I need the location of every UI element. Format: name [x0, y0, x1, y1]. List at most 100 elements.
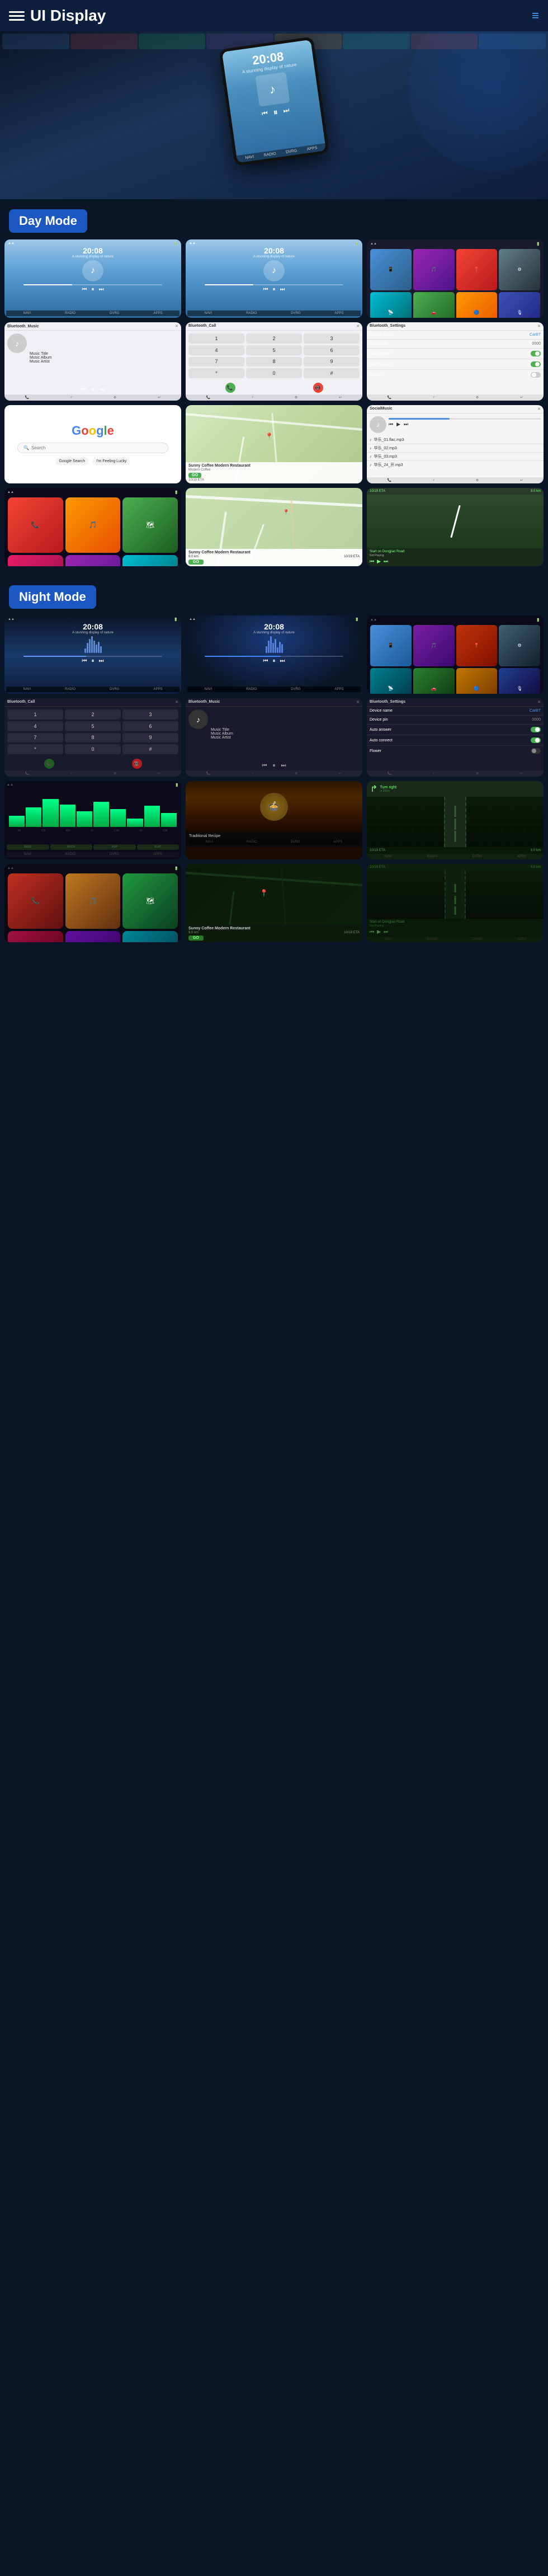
media-next[interactable]: ⏭	[384, 558, 388, 565]
num-4[interactable]: 4	[188, 345, 244, 355]
podcast-app[interactable]: 🎙	[8, 555, 63, 566]
social-prev[interactable]: ⏮	[389, 421, 393, 427]
night-prev-1[interactable]: ⏮	[82, 658, 87, 664]
app-icon-5[interactable]: 📡	[370, 292, 412, 318]
night2-spotify[interactable]: 🎧	[122, 931, 178, 942]
night-app-2[interactable]: 🎵	[413, 625, 455, 666]
prev-btn-1[interactable]: ⏮	[82, 286, 87, 293]
night-num-1[interactable]: 1	[7, 709, 63, 720]
night-app-1[interactable]: 📱	[370, 625, 412, 666]
app-icon-8[interactable]: 🎙	[499, 292, 540, 318]
pause-btn-1[interactable]: ⏸	[92, 286, 95, 293]
bt-music-close[interactable]: ✕	[175, 324, 178, 328]
next-btn-1[interactable]: ⏭	[99, 286, 104, 293]
app-icon-4[interactable]: ⚙	[499, 249, 540, 290]
call-btn[interactable]: 📞	[225, 383, 235, 393]
media-prev[interactable]: ⏮	[370, 558, 374, 565]
night-go-btn[interactable]: GO	[188, 936, 204, 941]
num-star[interactable]: *	[188, 368, 244, 378]
menu-button[interactable]	[9, 11, 25, 21]
prev-btn-2[interactable]: ⏮	[263, 286, 268, 293]
num-6[interactable]: 6	[304, 345, 360, 355]
app-icon-2[interactable]: 🎵	[413, 249, 455, 290]
nav-go-btn[interactable]: GO	[188, 560, 204, 565]
night-media-next[interactable]: ⏭	[384, 929, 388, 935]
num-hash[interactable]: #	[304, 368, 360, 378]
search-input[interactable]	[31, 445, 162, 450]
social-close[interactable]: ✕	[537, 407, 541, 411]
night-auto-answer-toggle[interactable]	[531, 727, 541, 732]
num-5[interactable]: 5	[246, 345, 302, 355]
night-media-play[interactable]: ▶	[377, 929, 381, 935]
num-8[interactable]: 8	[246, 357, 302, 367]
night-num-hash[interactable]: #	[122, 744, 178, 754]
eq-preset-4[interactable]: FLAT	[137, 844, 179, 850]
night2-music[interactable]: 🎵	[65, 873, 121, 929]
bt-next[interactable]: ⏭	[100, 387, 105, 393]
bt-prev[interactable]: ⏮	[81, 387, 86, 393]
num-2[interactable]: 2	[246, 333, 302, 344]
google-search-btn[interactable]: Google Search	[56, 458, 89, 465]
go-button[interactable]: GO	[188, 473, 201, 478]
auto-answer-toggle[interactable]	[531, 351, 541, 356]
music-app[interactable]: 🎵	[65, 497, 121, 553]
night-bt-settings-close[interactable]: ✕	[537, 700, 541, 704]
eq-preset-1[interactable]: BASS	[7, 844, 49, 850]
bt-call-close[interactable]: ✕	[356, 324, 360, 328]
night-app-8[interactable]: 🎙	[499, 668, 540, 694]
night-next-1[interactable]: ⏭	[99, 658, 104, 664]
night-bt-prev[interactable]: ⏮	[262, 763, 267, 769]
night-num-8[interactable]: 8	[65, 733, 121, 743]
night-num-3[interactable]: 3	[122, 709, 178, 720]
media-play[interactable]: ▶	[377, 558, 381, 565]
app-icon-6[interactable]: 🚗	[413, 292, 455, 318]
night-num-5[interactable]: 5	[65, 721, 121, 731]
song-1[interactable]: ♪ 华乐_01.flac.mp3	[367, 436, 544, 444]
night-bt-next[interactable]: ⏭	[281, 763, 286, 769]
night2-phone[interactable]: 📞	[8, 873, 63, 929]
night-call-btn[interactable]: 📞	[44, 759, 54, 769]
num-9[interactable]: 9	[304, 357, 360, 367]
night-flower-toggle[interactable]	[531, 748, 541, 754]
night-num-9[interactable]: 9	[122, 733, 178, 743]
waze-app[interactable]: 🗺	[122, 497, 178, 553]
night-num-star[interactable]: *	[7, 744, 63, 754]
night-app-4[interactable]: ⚙	[499, 625, 540, 666]
night-app-3[interactable]: 📍	[456, 625, 498, 666]
radio-app[interactable]: 📻	[65, 555, 121, 566]
night-num-2[interactable]: 2	[65, 709, 121, 720]
night-end-btn[interactable]: 📵	[132, 759, 142, 769]
song-4[interactable]: ♪ 华乐_24_开.mp3	[367, 461, 544, 469]
night2-nav[interactable]: 🗺	[122, 873, 178, 929]
flower-toggle[interactable]	[531, 372, 541, 378]
night-bt-play[interactable]: ⏸	[273, 763, 276, 769]
night-app-7[interactable]: 🔵	[456, 668, 498, 694]
google-search-bar[interactable]: 🔍	[17, 443, 168, 453]
night-num-7[interactable]: 7	[7, 733, 63, 743]
night-pause-2[interactable]: ⏸	[273, 658, 276, 664]
song-2[interactable]: ♪ 华乐_02.mp3	[367, 444, 544, 453]
night-bt-music-close[interactable]: ✕	[356, 700, 360, 704]
num-1[interactable]: 1	[188, 333, 244, 344]
night-app-5[interactable]: 📡	[370, 668, 412, 694]
num-3[interactable]: 3	[304, 333, 360, 344]
night2-radio[interactable]: 📻	[65, 931, 121, 942]
night-media-prev[interactable]: ⏮	[370, 929, 374, 935]
night-app-6[interactable]: 🚗	[413, 668, 455, 694]
night-bt-call-close[interactable]: ✕	[175, 700, 178, 704]
pause-btn-2[interactable]: ⏸	[273, 286, 276, 293]
eq-preset-3[interactable]: POP	[93, 844, 136, 850]
night-num-6[interactable]: 6	[122, 721, 178, 731]
nav-icon[interactable]: ≡	[532, 8, 539, 23]
social-play[interactable]: ▶	[396, 421, 400, 427]
lucky-btn[interactable]: I'm Feeling Lucky	[93, 458, 130, 465]
night-num-0[interactable]: 0	[65, 744, 121, 754]
bt-play[interactable]: ⏸	[92, 387, 95, 393]
night2-podcast[interactable]: 🎙	[8, 931, 63, 942]
social-next[interactable]: ⏭	[404, 421, 408, 427]
auto-connect-toggle[interactable]	[531, 361, 541, 367]
night-next-2[interactable]: ⏭	[280, 658, 285, 664]
night-auto-connect-toggle[interactable]	[531, 737, 541, 743]
phone-app[interactable]: 📞	[8, 497, 63, 553]
next-btn-2[interactable]: ⏭	[280, 286, 285, 293]
